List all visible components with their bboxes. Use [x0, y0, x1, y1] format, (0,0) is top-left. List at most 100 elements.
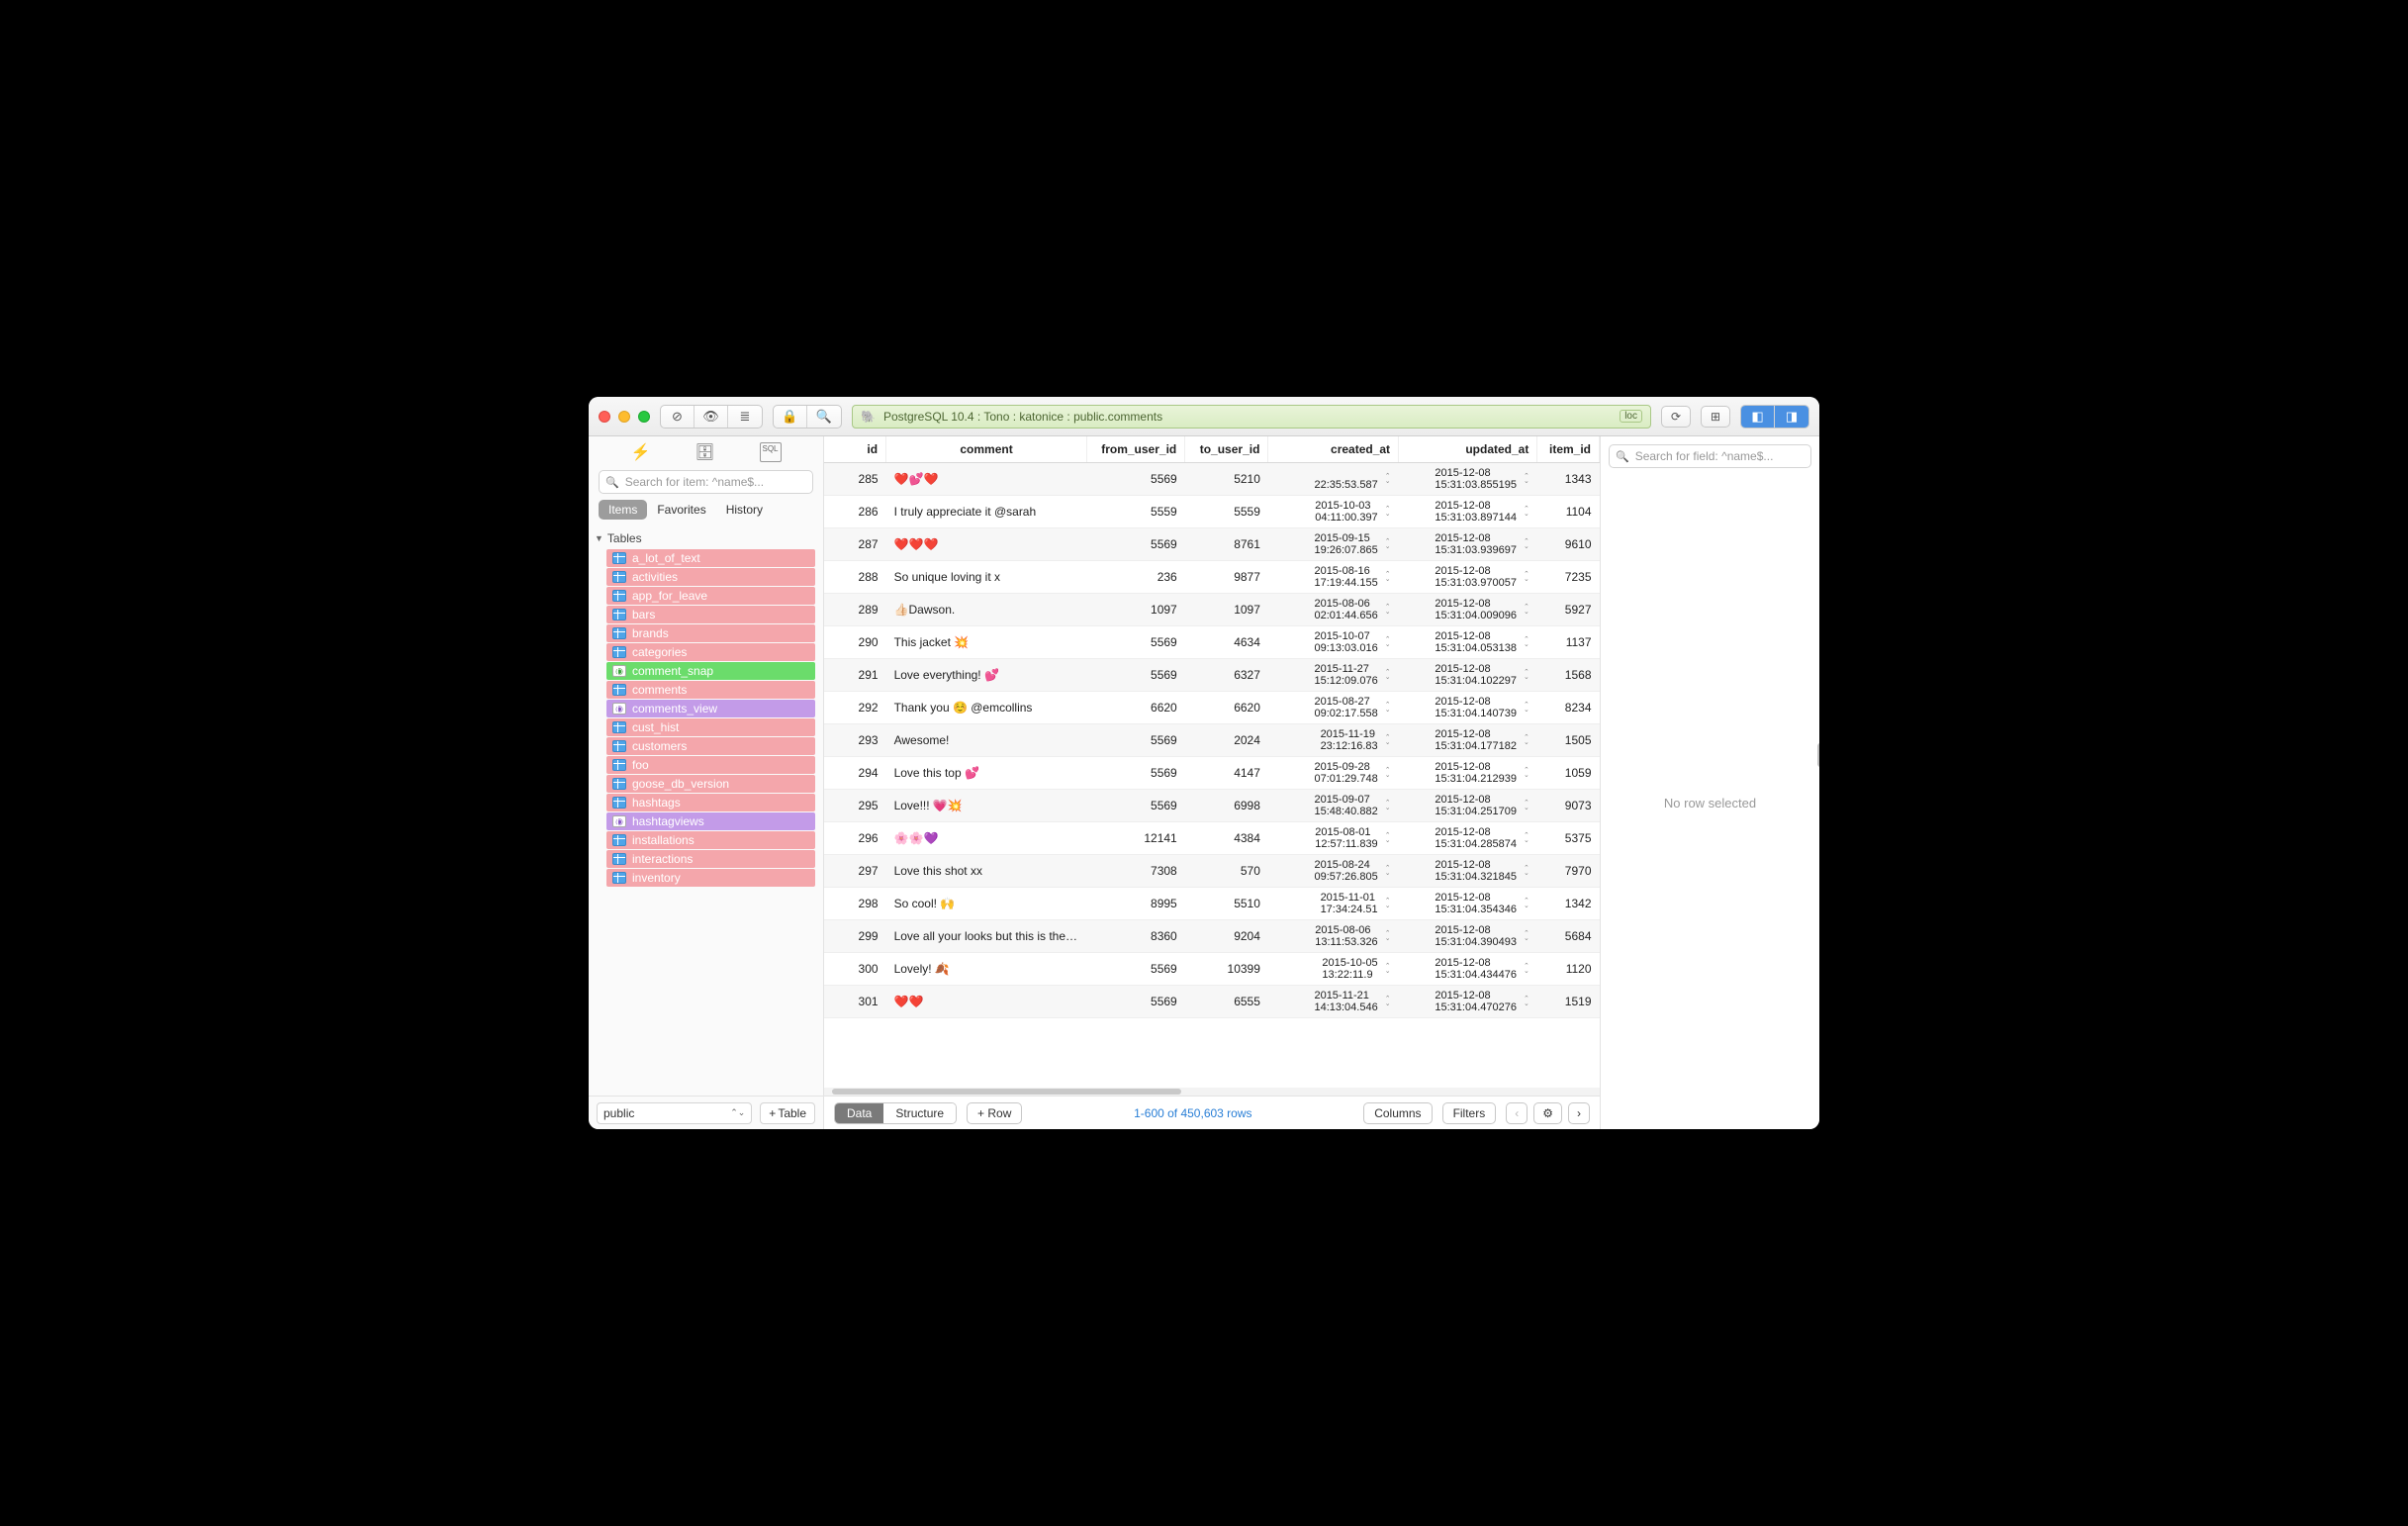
cell-id[interactable]: 301	[824, 986, 886, 1018]
next-page-button[interactable]: ›	[1568, 1102, 1590, 1124]
cell-item[interactable]: 1059	[1537, 757, 1600, 790]
table-row[interactable]: 297Love this shot xx73085702015-08-2409:…	[824, 855, 1600, 888]
table-row[interactable]: 288So unique loving it x23698772015-08-1…	[824, 561, 1600, 594]
cell-updated[interactable]: 2015-12-0815:31:04.251709⌃⌄	[1399, 790, 1537, 822]
sidebar-table-item[interactable]: activities	[606, 568, 815, 586]
connection-breadcrumb[interactable]: 🐘 PostgreSQL 10.4 : Tono : katonice : pu…	[852, 405, 1651, 429]
cell-to[interactable]: 6620	[1185, 692, 1268, 724]
col-created-at[interactable]: created_at	[1268, 436, 1399, 463]
sidebar-table-item[interactable]: hashtagviews	[606, 812, 815, 830]
stepper-icon[interactable]: ⌃⌄	[1385, 801, 1391, 811]
connection-icon[interactable]: ⚡	[630, 442, 650, 462]
cell-to[interactable]: 4147	[1185, 757, 1268, 790]
cell-to[interactable]: 5559	[1185, 496, 1268, 528]
search-button[interactable]: 🔍	[807, 406, 841, 428]
cell-from[interactable]: 8360	[1086, 920, 1184, 953]
prev-page-button[interactable]: ‹	[1506, 1102, 1528, 1124]
sidebar-table-item[interactable]: cust_hist	[606, 718, 815, 736]
cell-created[interactable]: 2015-10-0304:11:00.397⌃⌄	[1268, 496, 1399, 528]
cell-from[interactable]: 5569	[1086, 757, 1184, 790]
cell-created[interactable]: 2015-11-2715:12:09.076⌃⌄	[1268, 659, 1399, 692]
table-row[interactable]: 298So cool! 🙌899555102015-11-0117:34:24.…	[824, 888, 1600, 920]
sidebar-table-item[interactable]: hashtags	[606, 794, 815, 811]
sidebar-table-item[interactable]: a_lot_of_text	[606, 549, 815, 567]
cell-created[interactable]: 2015-10-0513:22:11.9⌃⌄	[1268, 953, 1399, 986]
tab-history[interactable]: History	[716, 500, 773, 520]
cell-item[interactable]: 5927	[1537, 594, 1600, 626]
stepper-icon[interactable]: ⌃⌄	[1524, 899, 1529, 908]
cell-comment[interactable]: I truly appreciate it @sarah	[886, 496, 1087, 528]
cell-id[interactable]: 294	[824, 757, 886, 790]
cell-updated[interactable]: 2015-12-0815:31:04.212939⌃⌄	[1399, 757, 1537, 790]
cell-item[interactable]: 8234	[1537, 692, 1600, 724]
cell-item[interactable]: 9073	[1537, 790, 1600, 822]
table-row[interactable]: 289👍🏻Dawson.109710972015-08-0602:01:44.6…	[824, 594, 1600, 626]
cell-comment[interactable]: Love this shot xx	[886, 855, 1087, 888]
cell-id[interactable]: 297	[824, 855, 886, 888]
cell-to[interactable]: 6327	[1185, 659, 1268, 692]
stepper-icon[interactable]: ⌃⌄	[1385, 899, 1391, 908]
stepper-icon[interactable]: ⌃⌄	[1524, 866, 1529, 876]
cell-item[interactable]: 1137	[1537, 626, 1600, 659]
lock-button[interactable]: 🔒	[774, 406, 807, 428]
right-panel-toggle[interactable]: ◨	[1775, 406, 1808, 428]
cell-to[interactable]: 4634	[1185, 626, 1268, 659]
col-id[interactable]: id	[824, 436, 886, 463]
cell-comment[interactable]: ❤️❤️	[886, 986, 1087, 1018]
stepper-icon[interactable]: ⌃⌄	[1385, 637, 1391, 647]
stepper-icon[interactable]: ⌃⌄	[1385, 768, 1391, 778]
tab-favorites[interactable]: Favorites	[647, 500, 715, 520]
cell-created[interactable]: 2015-08-2409:57:26.805⌃⌄	[1268, 855, 1399, 888]
table-row[interactable]: 291Love everything! 💕556963272015-11-271…	[824, 659, 1600, 692]
cell-from[interactable]: 7308	[1086, 855, 1184, 888]
cell-to[interactable]: 4384	[1185, 822, 1268, 855]
cell-comment[interactable]: Lovely! 🍂	[886, 953, 1087, 986]
stepper-icon[interactable]: ⌃⌄	[1385, 507, 1391, 517]
cell-to[interactable]: 6555	[1185, 986, 1268, 1018]
cell-from[interactable]: 1097	[1086, 594, 1184, 626]
cell-item[interactable]: 1519	[1537, 986, 1600, 1018]
cell-to[interactable]: 5210	[1185, 463, 1268, 496]
cell-to[interactable]: 2024	[1185, 724, 1268, 757]
table-row[interactable]: 301❤️❤️556965552015-11-2114:13:04.546⌃⌄2…	[824, 986, 1600, 1018]
cell-comment[interactable]: Love all your looks but this is the best…	[886, 920, 1087, 953]
tables-section-header[interactable]: Tables	[589, 527, 823, 549]
stepper-icon[interactable]: ⌃⌄	[1385, 572, 1391, 582]
cell-id[interactable]: 296	[824, 822, 886, 855]
sidebar-table-item[interactable]: brands	[606, 624, 815, 642]
cell-updated[interactable]: 2015-12-0815:31:03.897144⌃⌄	[1399, 496, 1537, 528]
cell-updated[interactable]: 2015-12-0815:31:04.390493⌃⌄	[1399, 920, 1537, 953]
stepper-icon[interactable]: ⌃⌄	[1385, 997, 1391, 1006]
sidebar-table-item[interactable]: customers	[606, 737, 815, 755]
stepper-icon[interactable]: ⌃⌄	[1524, 964, 1529, 974]
cell-updated[interactable]: 2015-12-0815:31:04.321845⌃⌄	[1399, 855, 1537, 888]
cell-id[interactable]: 286	[824, 496, 886, 528]
settings-gear-button[interactable]: ⚙	[1533, 1102, 1562, 1124]
stepper-icon[interactable]: ⌃⌄	[1524, 931, 1529, 941]
cell-comment[interactable]: ❤️💕❤️	[886, 463, 1087, 496]
cell-item[interactable]: 7235	[1537, 561, 1600, 594]
sidebar-table-item[interactable]: comments	[606, 681, 815, 699]
stepper-icon[interactable]: ⌃⌄	[1524, 997, 1529, 1006]
cell-comment[interactable]: 👍🏻Dawson.	[886, 594, 1087, 626]
cell-created[interactable]: 2015-09-0715:48:40.882⌃⌄	[1268, 790, 1399, 822]
stepper-icon[interactable]: ⌃⌄	[1524, 833, 1529, 843]
stepper-icon[interactable]: ⌃⌄	[1385, 931, 1391, 941]
cell-item[interactable]: 1568	[1537, 659, 1600, 692]
cell-id[interactable]: 288	[824, 561, 886, 594]
cell-comment[interactable]: ❤️❤️❤️	[886, 528, 1087, 561]
cell-created[interactable]: 2015-11-1923:12:16.83⌃⌄	[1268, 724, 1399, 757]
cell-comment[interactable]: This jacket 💥	[886, 626, 1087, 659]
cell-from[interactable]: 12141	[1086, 822, 1184, 855]
stepper-icon[interactable]: ⌃⌄	[1385, 833, 1391, 843]
sidebar-table-item[interactable]: comment_snap	[606, 662, 815, 680]
sidebar-search-input[interactable]: Search for item: ^name$...	[599, 470, 813, 494]
cell-comment[interactable]: Love!!! 💗💥	[886, 790, 1087, 822]
sidebar-table-item[interactable]: goose_db_version	[606, 775, 815, 793]
col-updated-at[interactable]: updated_at	[1399, 436, 1537, 463]
cell-created[interactable]: 22:35:53.587⌃⌄	[1268, 463, 1399, 496]
table-row[interactable]: 296🌸🌸💜1214143842015-08-0112:57:11.839⌃⌄2…	[824, 822, 1600, 855]
list-button[interactable]: ≣	[728, 406, 762, 428]
cell-created[interactable]: 2015-10-0709:13:03.016⌃⌄	[1268, 626, 1399, 659]
cell-item[interactable]: 1104	[1537, 496, 1600, 528]
